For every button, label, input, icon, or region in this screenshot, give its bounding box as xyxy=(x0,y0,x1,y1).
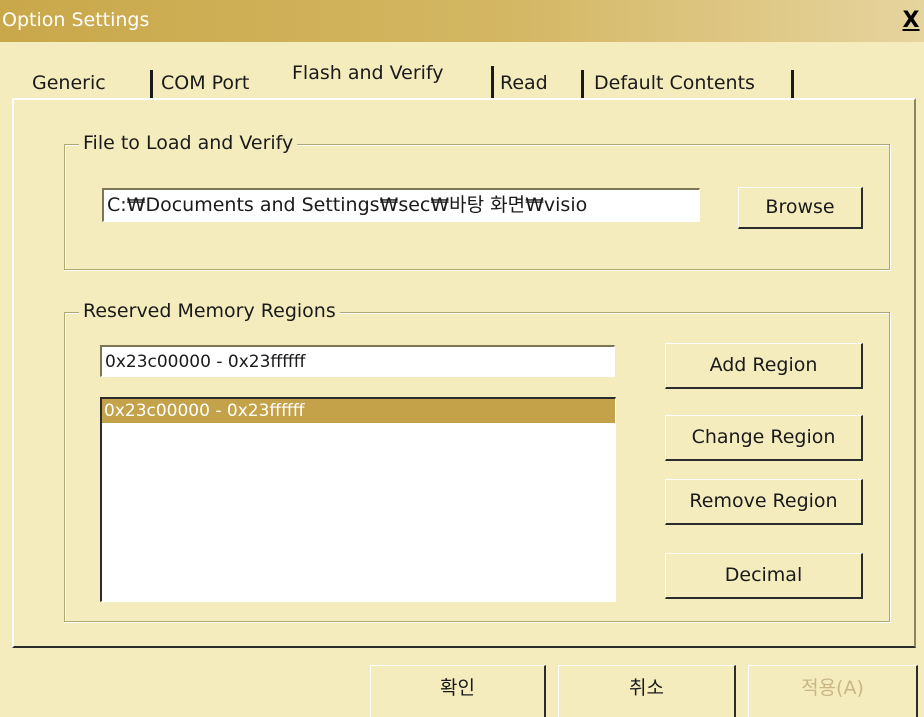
tab-com-port[interactable]: COM Port xyxy=(153,66,276,100)
tab-read[interactable]: Read xyxy=(494,66,584,100)
tab-label: COM Port xyxy=(161,72,250,94)
tab-panel-flash-and-verify: File to Load and Verify C:₩Documents and… xyxy=(12,98,916,648)
region-input[interactable]: 0x23c00000 - 0x23ffffff xyxy=(100,345,615,377)
change-region-button[interactable]: Change Region xyxy=(665,415,863,461)
apply-button[interactable]: 적용(A) xyxy=(748,665,918,717)
memory-group-label: Reserved Memory Regions xyxy=(79,300,340,322)
tab-separator xyxy=(791,70,794,100)
decimal-button[interactable]: Decimal xyxy=(665,553,863,599)
tab-flash-and-verify[interactable]: Flash and Verify xyxy=(282,56,494,100)
file-path-input[interactable]: C:₩Documents and Settings₩sec₩바탕 화면₩visi… xyxy=(102,188,700,222)
tab-label: Flash and Verify xyxy=(292,62,444,84)
ok-button[interactable]: 확인 xyxy=(370,665,546,717)
close-icon[interactable]: X xyxy=(898,8,924,34)
tab-label: Generic xyxy=(32,72,106,94)
window-title: Option Settings xyxy=(2,9,150,31)
tab-label: Default Contents xyxy=(594,72,755,94)
list-item[interactable]: 0x23c00000 - 0x23ffffff xyxy=(102,399,615,423)
cancel-button[interactable]: 취소 xyxy=(558,665,736,717)
file-group-label: File to Load and Verify xyxy=(79,132,298,154)
remove-region-button[interactable]: Remove Region xyxy=(665,479,863,525)
tab-default-contents[interactable]: Default Contents xyxy=(584,66,794,100)
browse-button[interactable]: Browse xyxy=(738,187,863,229)
tab-generic[interactable]: Generic xyxy=(26,66,153,100)
regions-listbox[interactable]: 0x23c00000 - 0x23ffffff xyxy=(100,397,616,602)
add-region-button[interactable]: Add Region xyxy=(665,343,863,389)
tab-label: Read xyxy=(500,72,548,94)
title-bar: Option Settings X xyxy=(0,0,924,42)
file-group: File to Load and Verify C:₩Documents and… xyxy=(64,132,890,270)
memory-regions-group: Reserved Memory Regions 0x23c00000 - 0x2… xyxy=(64,300,890,622)
